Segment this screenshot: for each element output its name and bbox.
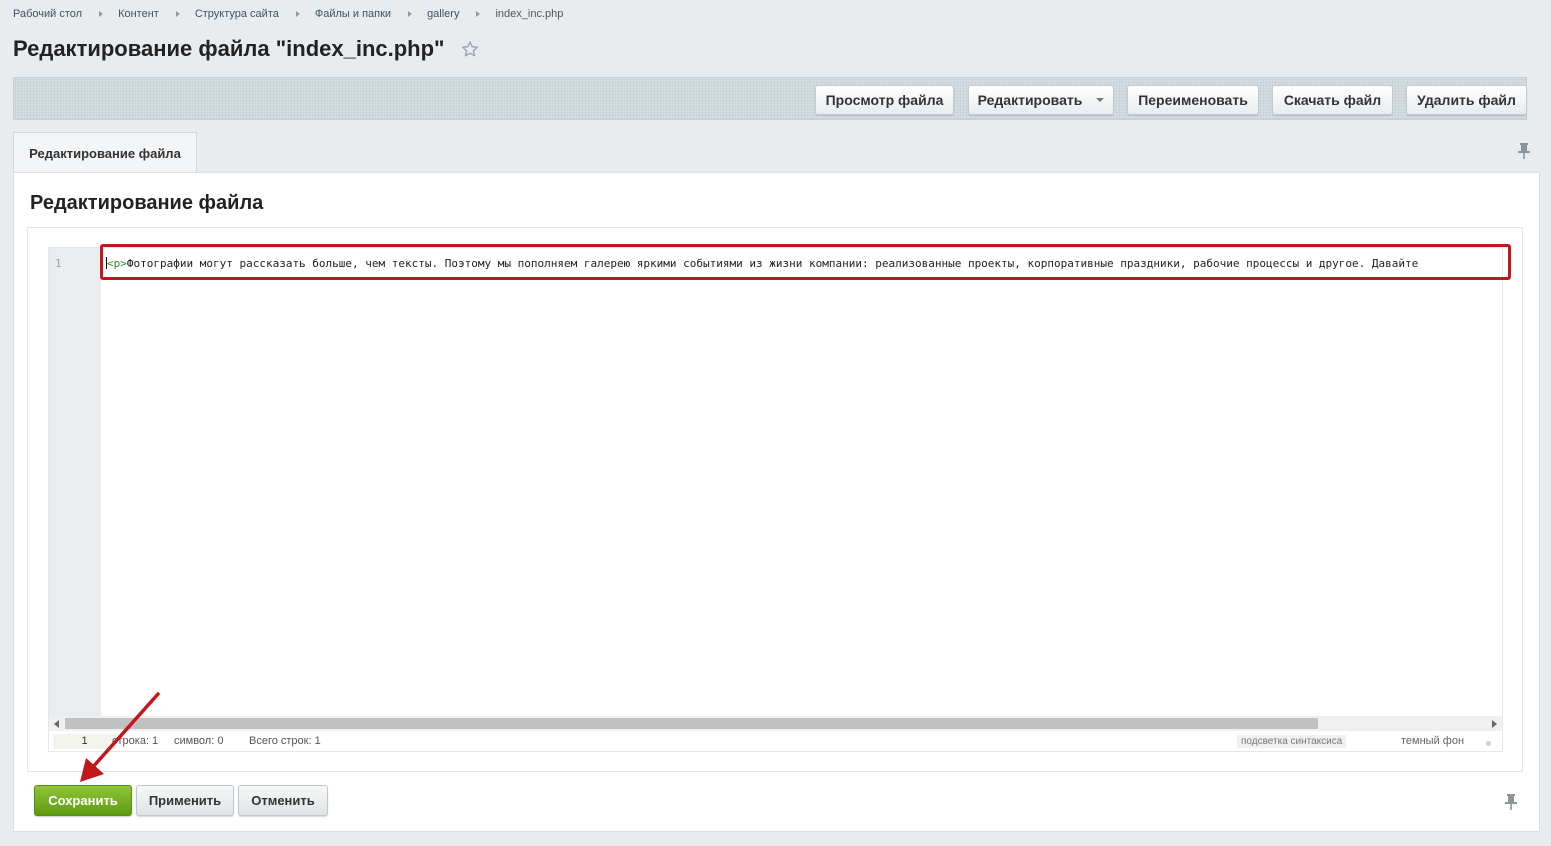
page-title: Редактирование файла "index_inc.php" <box>13 36 445 61</box>
edit-label: Редактировать <box>977 92 1083 108</box>
dark-theme-indicator-icon <box>1486 741 1491 746</box>
rename-button[interactable]: Переименовать <box>1127 85 1259 115</box>
breadcrumb-content[interactable]: Контент <box>118 8 159 20</box>
cancel-label: Отменить <box>251 793 315 808</box>
pin-icon[interactable] <box>1504 793 1518 811</box>
annotation-highlight-box <box>100 244 1511 280</box>
breadcrumb-files-folders[interactable]: Файлы и папки <box>315 8 391 20</box>
breadcrumb-gallery[interactable]: gallery <box>427 8 459 20</box>
pin-icon[interactable] <box>1517 142 1531 160</box>
scroll-right-icon[interactable] <box>1492 720 1497 728</box>
breadcrumb-current-file: index_inc.php <box>495 8 564 20</box>
view-file-label: Просмотр файла <box>825 92 944 108</box>
tab-label: Редактирование файла <box>29 145 181 161</box>
annotation-arrow-icon <box>80 692 160 782</box>
status-symbol: символ: 0 <box>174 735 224 747</box>
breadcrumb: Рабочий стол Контент Структура сайта Фай… <box>13 8 563 20</box>
line-number: 1 <box>55 257 62 270</box>
download-label: Скачать файл <box>1283 92 1382 108</box>
cancel-button[interactable]: Отменить <box>238 785 328 816</box>
dark-theme-toggle[interactable]: темный фон <box>1401 735 1464 747</box>
syntax-highlight-toggle[interactable]: подсветка синтаксиса <box>1237 735 1347 748</box>
code-editor[interactable]: 1 <p>Фотографии могут рассказать больше,… <box>48 244 1511 752</box>
breadcrumb-separator-icon <box>476 11 481 17</box>
scroll-left-icon[interactable] <box>54 720 59 728</box>
download-file-button[interactable]: Скачать файл <box>1272 85 1393 115</box>
horizontal-scrollbar[interactable] <box>49 716 1502 731</box>
star-icon[interactable] <box>461 40 479 58</box>
breadcrumb-separator-icon <box>408 11 413 17</box>
breadcrumb-desktop[interactable]: Рабочий стол <box>13 8 82 20</box>
view-file-button[interactable]: Просмотр файла <box>815 85 954 115</box>
editor-status-bar: 1 строка: 1 символ: 0 Всего строк: 1 под… <box>49 733 1502 751</box>
rename-label: Переименовать <box>1138 92 1248 108</box>
scrollbar-thumb[interactable] <box>65 718 1318 729</box>
tab-edit-file[interactable]: Редактирование файла <box>13 132 197 173</box>
delete-file-button[interactable]: Удалить файл <box>1406 85 1527 115</box>
breadcrumb-separator-icon <box>295 11 300 17</box>
delete-label: Удалить файл <box>1417 92 1516 108</box>
title-row: Редактирование файла "index_inc.php" <box>13 36 479 62</box>
save-label: Сохранить <box>48 793 118 808</box>
edit-panel: Редактирование файла 1 <p>Фотографии мог… <box>13 172 1540 832</box>
breadcrumb-separator-icon <box>99 11 104 17</box>
toolbar: Просмотр файла Редактировать Переименова… <box>13 77 1527 120</box>
status-total-lines: Всего строк: 1 <box>249 735 321 747</box>
tabs-bar: Редактирование файла <box>13 131 1540 173</box>
breadcrumb-site-structure[interactable]: Структура сайта <box>195 8 279 20</box>
edit-dropdown-button[interactable]: Редактировать <box>968 85 1114 115</box>
breadcrumb-separator-icon <box>175 11 180 17</box>
apply-label: Применить <box>148 793 222 808</box>
section-title: Редактирование файла <box>30 192 264 214</box>
chevron-down-icon <box>1096 98 1105 102</box>
editor-frame: 1 <p>Фотографии могут рассказать больше,… <box>27 227 1523 772</box>
line-number-gutter: 1 <box>49 248 101 716</box>
